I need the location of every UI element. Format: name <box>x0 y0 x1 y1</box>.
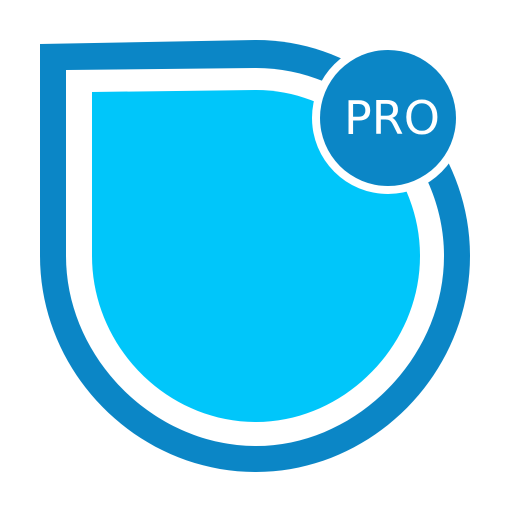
pro-badge-label: PRO <box>344 91 440 145</box>
app-icon: PRO <box>0 0 512 512</box>
pro-badge: PRO <box>312 42 464 194</box>
shield-icon: PRO <box>40 40 470 472</box>
